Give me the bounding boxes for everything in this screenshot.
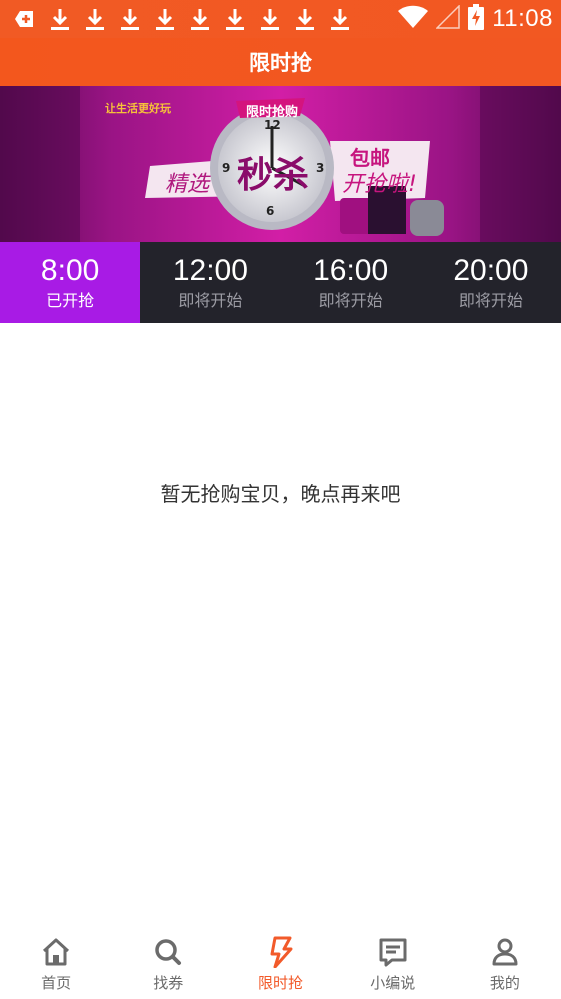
banner-right-tag-2: 开抢啦! — [342, 172, 417, 197]
search-icon — [152, 936, 184, 968]
tab-label: 找券 — [153, 974, 184, 992]
flash-icon — [265, 936, 297, 968]
time-slot-bar: 8:00 已开抢 12:00 即将开始 16:00 即将开始 20:00 即将开… — [0, 242, 561, 323]
tab-label: 限时抢 — [258, 974, 304, 992]
tab-flash-sale[interactable]: 限时抢 — [224, 930, 336, 999]
signal-icon — [435, 4, 460, 33]
clock-number-12: 12 — [264, 118, 281, 132]
download-icon — [84, 7, 106, 31]
message-icon — [377, 936, 409, 968]
clock-time: 11:08 — [492, 5, 553, 32]
status-bar: 11:08 — [0, 0, 561, 38]
download-icon — [294, 7, 316, 31]
clock-number-9: 9 — [222, 161, 231, 175]
slot-time: 20:00 — [453, 253, 529, 287]
tab-find-coupon[interactable]: 找券 — [112, 930, 224, 999]
slot-time: 8:00 — [40, 253, 100, 287]
battery-charging-icon — [468, 4, 485, 34]
slot-time: 16:00 — [313, 253, 389, 287]
slot-status: 即将开始 — [458, 290, 523, 310]
tab-label: 小编说 — [370, 974, 416, 992]
promo-banner[interactable]: 让生活更好玩 限时抢购 精选 秒杀 包邮 开抢啦! 12 3 6 9 — [0, 86, 561, 242]
banner-left-tag: 精选 — [165, 172, 210, 197]
page-title: 限时抢 — [249, 51, 312, 75]
banner-logo-text: 让生活更好玩 — [105, 102, 171, 115]
tab-label: 首页 — [41, 974, 72, 992]
banner-center-title: 秒杀 — [237, 155, 310, 196]
time-slot-12[interactable]: 12:00 即将开始 — [140, 242, 280, 323]
download-icon — [189, 7, 211, 31]
time-slot-16[interactable]: 16:00 即将开始 — [281, 242, 421, 323]
time-slot-8[interactable]: 8:00 已开抢 — [0, 242, 141, 323]
slot-status: 已开抢 — [46, 290, 95, 310]
tab-editor-says[interactable]: 小编说 — [337, 930, 449, 999]
download-icon — [329, 7, 351, 31]
download-icon — [154, 7, 176, 31]
clock-number-6: 6 — [266, 204, 275, 218]
download-icon — [49, 7, 71, 31]
empty-state-message: 暂无抢购宝贝，晚点再来吧 — [160, 482, 401, 506]
download-icon — [224, 7, 246, 31]
clock-number-3: 3 — [316, 161, 325, 175]
download-icon — [259, 7, 281, 31]
tab-mine[interactable]: 我的 — [449, 930, 561, 999]
user-icon — [489, 936, 521, 968]
slot-status: 即将开始 — [178, 290, 243, 310]
slot-time: 12:00 — [172, 253, 248, 287]
slot-status: 即将开始 — [318, 290, 383, 310]
download-icon — [119, 7, 141, 31]
time-slot-20[interactable]: 20:00 即将开始 — [421, 242, 561, 323]
tab-label: 我的 — [489, 974, 520, 992]
page-title-bar: 限时抢 — [0, 38, 561, 86]
home-icon — [40, 936, 72, 968]
wifi-icon — [398, 5, 429, 33]
bottom-tab-bar: 首页 找券 限时抢 小编说 我的 — [0, 930, 561, 999]
tab-home[interactable]: 首页 — [0, 930, 112, 999]
notification-icon — [14, 7, 36, 31]
